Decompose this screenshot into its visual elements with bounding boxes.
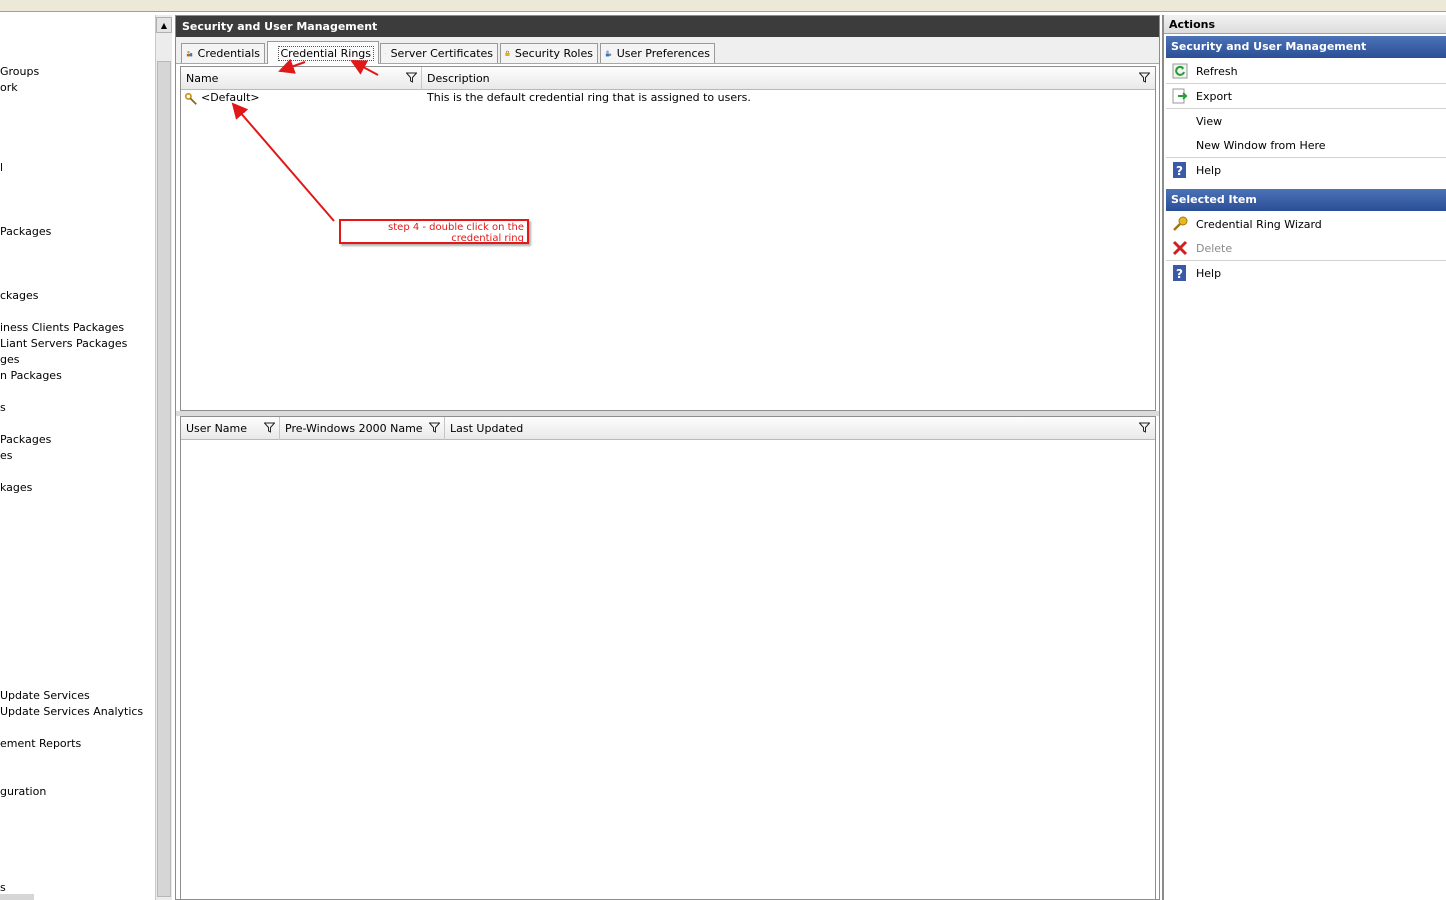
credential-rings-grid: Name Description <Default> This is the d…	[180, 66, 1156, 411]
help-icon: ?	[1173, 162, 1186, 178]
tab-user-preferences[interactable]: User Preferences	[600, 43, 715, 63]
actions-pane: Actions Security and User Management Ref…	[1162, 15, 1446, 900]
credential-rings-icon	[272, 52, 273, 54]
svg-text:?: ?	[1176, 164, 1183, 178]
ring-name-cell[interactable]: <Default>	[201, 91, 260, 104]
tree-item[interactable]: ckages	[0, 289, 38, 303]
tab-credentials[interactable]: Credentials	[181, 43, 265, 63]
action-new-window-from-here[interactable]: New Window from Here	[1166, 133, 1446, 157]
ring-description-cell: This is the default credential ring that…	[427, 91, 751, 104]
action-view[interactable]: View	[1166, 109, 1446, 133]
action-help[interactable]: ? Help	[1166, 158, 1446, 182]
filter-icon[interactable]	[1139, 422, 1150, 433]
help-icon: ?	[1173, 265, 1186, 281]
tree-item[interactable]: iness Clients Packages	[0, 321, 124, 335]
grid-header: Name Description	[181, 67, 1155, 90]
annotation-callout: step 4 - double click on the credential …	[339, 219, 529, 244]
tree-item[interactable]: Packages	[0, 225, 51, 239]
tree-item[interactable]: s	[0, 881, 6, 895]
action-refresh[interactable]: Refresh	[1166, 59, 1446, 83]
tree-horizontal-scrollbar[interactable]	[0, 894, 34, 900]
top-toolbar-strip	[0, 0, 1446, 12]
navigation-tree[interactable]: Groups ork l Packages ckages iness Clien…	[0, 15, 155, 900]
action-export[interactable]: Export	[1166, 84, 1446, 108]
user-preferences-icon	[605, 50, 612, 57]
svg-text:?: ?	[1176, 267, 1183, 281]
center-pane: Security and User Management Credentials…	[175, 15, 1160, 900]
filter-icon[interactable]	[264, 422, 275, 433]
section-security-and-user-management[interactable]: Security and User Management	[1166, 36, 1446, 58]
ring-members-grid: User Name Pre-Windows 2000 Name Last Upd…	[180, 416, 1156, 900]
pane-title: Security and User Management	[176, 16, 1159, 37]
tab-security-roles[interactable]: Security Roles	[500, 43, 598, 63]
certificate-icon	[385, 53, 386, 54]
tree-item[interactable]: l	[0, 161, 3, 175]
column-header-name[interactable]: Name	[181, 67, 422, 90]
column-header-last-updated[interactable]: Last Updated	[445, 417, 1155, 440]
tab-server-certificates[interactable]: Server Certificates	[380, 43, 498, 63]
filter-icon[interactable]	[406, 72, 417, 83]
tree-item[interactable]: Groups	[0, 65, 39, 79]
tree-vertical-scrollbar[interactable]: ▲	[155, 15, 172, 900]
grid-header: User Name Pre-Windows 2000 Name Last Upd…	[181, 417, 1155, 440]
tree-item[interactable]: Update Services	[0, 689, 90, 703]
tree-item[interactable]: ork	[0, 81, 18, 95]
tree-item[interactable]: n Packages	[0, 369, 62, 383]
tree-item[interactable]: guration	[0, 785, 46, 799]
wizard-key-icon	[1173, 216, 1188, 231]
lock-icon	[505, 50, 510, 56]
export-icon	[1172, 88, 1188, 104]
tree-item[interactable]: kages	[0, 481, 32, 495]
scroll-up-arrow-icon[interactable]: ▲	[156, 17, 172, 33]
tree-item[interactable]: Update Services Analytics	[0, 705, 143, 719]
tab-credential-rings[interactable]: Credential Rings	[267, 41, 379, 64]
action-credential-ring-wizard[interactable]: Credential Ring Wizard	[1166, 212, 1446, 236]
credential-ring-icon	[184, 92, 197, 105]
refresh-icon	[1172, 63, 1188, 79]
column-header-pre-windows-2000-name[interactable]: Pre-Windows 2000 Name	[280, 417, 445, 440]
section-selected-item[interactable]: Selected Item	[1166, 189, 1446, 211]
tree-item[interactable]: s	[0, 401, 6, 415]
filter-icon[interactable]	[429, 422, 440, 433]
tree-item[interactable]: ges	[0, 353, 19, 367]
action-delete[interactable]: Delete	[1166, 236, 1446, 260]
column-header-user-name[interactable]: User Name	[181, 417, 280, 440]
actions-title: Actions	[1164, 15, 1446, 34]
scrollbar-thumb[interactable]	[157, 61, 171, 897]
action-help-selected[interactable]: ? Help	[1166, 261, 1446, 285]
tree-item[interactable]: Packages	[0, 433, 51, 447]
table-row[interactable]: <Default> This is the default credential…	[181, 91, 1155, 107]
tree-item[interactable]: ement Reports	[0, 737, 81, 751]
delete-icon	[1172, 240, 1188, 256]
tree-item[interactable]: Liant Servers Packages	[0, 337, 127, 351]
tree-item[interactable]: es	[0, 449, 13, 463]
column-header-description[interactable]: Description	[422, 67, 1155, 90]
filter-icon[interactable]	[1139, 72, 1150, 83]
credentials-icon	[186, 51, 193, 57]
tab-strip: Credentials Credential Rings Server Cert…	[176, 37, 1159, 64]
